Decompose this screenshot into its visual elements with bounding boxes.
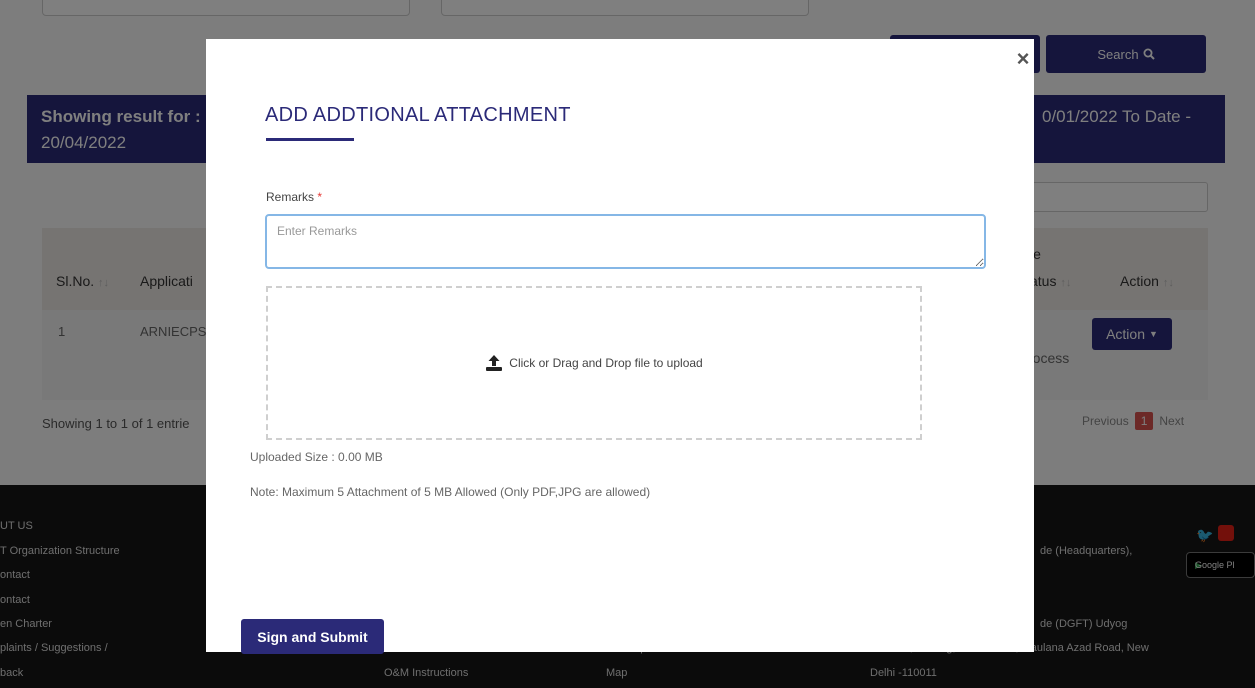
remarks-label-text: Remarks	[266, 190, 315, 204]
modal-title: ADD ADDTIONAL ATTACHMENT	[265, 104, 571, 126]
uploaded-size-text: Uploaded Size : 0.00 MB	[250, 450, 383, 464]
attachment-note: Note: Maximum 5 Attachment of 5 MB Allow…	[250, 485, 651, 499]
upload-icon	[486, 355, 503, 371]
remarks-label: Remarks *	[266, 190, 322, 204]
file-dropzone[interactable]: Click or Drag and Drop file to upload	[266, 286, 922, 440]
required-marker: *	[317, 190, 323, 204]
sign-and-submit-button[interactable]: Sign and Submit	[241, 619, 384, 654]
dropzone-text: Click or Drag and Drop file to upload	[509, 356, 703, 370]
close-icon[interactable]: ×	[1012, 48, 1034, 70]
title-underline	[266, 138, 354, 141]
remarks-textarea[interactable]	[265, 214, 986, 269]
